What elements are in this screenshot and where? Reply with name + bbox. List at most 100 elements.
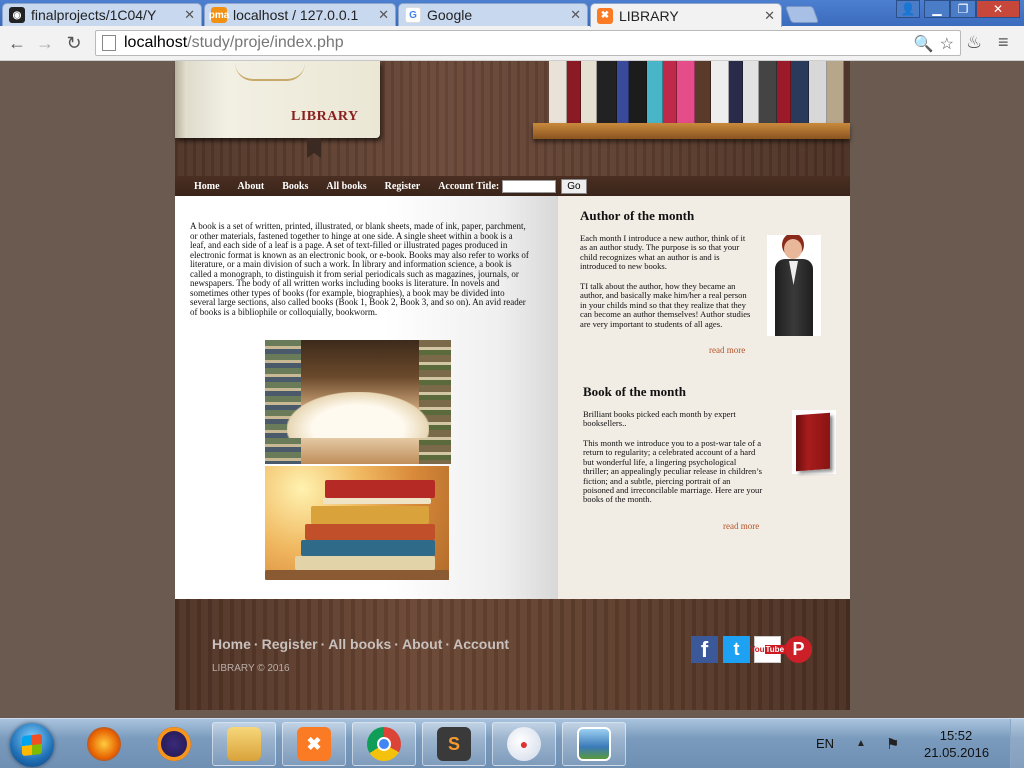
site-logo-title: LIBRARY xyxy=(291,109,359,124)
footer-link-about[interactable]: About xyxy=(402,636,442,652)
site-header: LIBRARY xyxy=(175,61,850,176)
paint-taskbar-button[interactable]: ● xyxy=(492,722,556,766)
book-stack-image xyxy=(265,466,449,580)
bookshelf-image xyxy=(549,61,850,123)
copyright-text: LIBRARY © 2016 xyxy=(212,663,290,674)
sublime-taskbar-button[interactable]: S xyxy=(422,722,486,766)
back-icon[interactable]: ← xyxy=(5,32,29,54)
tab-library[interactable]: ✖ LIBRARY ✕ xyxy=(590,3,782,27)
clock-date: 21.05.2016 xyxy=(924,745,990,760)
eclipse-icon xyxy=(157,727,191,761)
tab-finalprojects[interactable]: ◉ finalprojects/1C04/Y ✕ xyxy=(2,3,202,26)
system-clock[interactable]: 15:52 21.05.2016 xyxy=(924,727,990,761)
menu-icon[interactable]: ≡ xyxy=(998,32,1009,53)
address-bar[interactable]: localhost/study/proje/index.php 🔍 ☆ xyxy=(95,30,961,56)
facebook-icon[interactable]: f xyxy=(691,636,718,663)
tab-phpmyadmin[interactable]: pma localhost / 127.0.0.1 ✕ xyxy=(204,3,396,26)
tab-title: localhost / 127.0.0.1 xyxy=(233,7,359,23)
author-photo xyxy=(767,235,821,336)
footer-links: Home · Register · All books · About · Account xyxy=(212,636,510,652)
url-host: localhost xyxy=(124,34,188,51)
nav-home[interactable]: Home xyxy=(194,181,220,192)
author-paragraph-1: Each month I introduce a new author, thi… xyxy=(580,233,746,272)
author-paragraph-2: TI talk about the author, how they becam… xyxy=(580,281,751,329)
account-title-label: Account Title: xyxy=(438,180,500,192)
phpmyadmin-icon: pma xyxy=(209,7,229,23)
firefox-taskbar-button[interactable] xyxy=(72,722,136,766)
close-tab-icon[interactable]: ✕ xyxy=(570,7,581,23)
photo-viewer-taskbar-button[interactable] xyxy=(562,722,626,766)
library-page: LIBRARY Home About Books All books Regis… xyxy=(175,61,850,710)
show-desktop-button[interactable] xyxy=(1010,719,1024,768)
browser-tab-strip: ◉ finalprojects/1C04/Y ✕ pma localhost /… xyxy=(0,0,1024,27)
close-window-button[interactable]: ✕ xyxy=(976,0,1020,18)
close-tab-icon[interactable]: ✕ xyxy=(378,7,389,23)
reload-icon[interactable]: ↻ xyxy=(62,32,86,54)
tab-title: Google xyxy=(427,7,473,23)
book-paragraph-2: This month we introduce you to a post-wa… xyxy=(583,438,763,505)
xampp-taskbar-button[interactable]: ✖ xyxy=(282,722,346,766)
google-icon: G xyxy=(405,7,421,23)
new-tab-button[interactable] xyxy=(784,6,820,23)
site-footer: Home · Register · All books · About · Account LI… xyxy=(175,599,850,710)
open-book-image xyxy=(265,340,451,464)
account-title-input[interactable] xyxy=(502,179,557,193)
start-button[interactable] xyxy=(10,723,54,767)
user-icon[interactable]: 👤 xyxy=(896,0,920,18)
chrome-taskbar-button[interactable] xyxy=(352,722,416,766)
xampp-icon: ✖ xyxy=(297,727,331,761)
sublime-icon: S xyxy=(437,727,471,761)
zoom-icon[interactable]: 🔍 xyxy=(914,34,934,54)
youtube-icon[interactable]: You Tube xyxy=(750,636,786,663)
go-button[interactable]: Go xyxy=(561,178,587,194)
book-of-month-heading: Book of the month xyxy=(583,384,686,399)
main-content: A book is a set of written, printed, ill… xyxy=(175,196,850,599)
footer-link-register[interactable]: Register xyxy=(262,636,318,652)
ornament-icon xyxy=(235,63,305,81)
intro-text: A book is a set of written, printed, ill… xyxy=(190,221,529,317)
nav-books[interactable]: Books xyxy=(282,181,308,192)
chrome-icon xyxy=(367,727,401,761)
minimize-button[interactable]: ▁ xyxy=(924,0,950,18)
tab-title: finalprojects/1C04/Y xyxy=(31,7,157,23)
browser-toolbar: ← → ↻ localhost/study/proje/index.php 🔍 … xyxy=(0,26,1024,61)
url-path: /study/proje/index.php xyxy=(187,34,344,51)
page-icon xyxy=(102,35,116,51)
windows-taskbar: ✖ S ● EN ▲ ⚑ 15:52 21.05.2016 xyxy=(0,718,1024,768)
bookmark-star-icon[interactable]: ☆ xyxy=(940,34,954,54)
photo-viewer-icon xyxy=(577,727,611,761)
eclipse-taskbar-button[interactable] xyxy=(142,722,206,766)
paint-palette-icon: ● xyxy=(507,727,541,761)
close-tab-icon[interactable]: ✕ xyxy=(184,7,195,23)
tray-expand-icon[interactable]: ▲ xyxy=(856,738,866,749)
tab-google[interactable]: G Google ✕ xyxy=(398,3,588,26)
nav-register[interactable]: Register xyxy=(385,181,421,192)
footer-link-all-books[interactable]: All books xyxy=(328,636,391,652)
folder-icon xyxy=(227,727,261,761)
close-tab-icon[interactable]: ✕ xyxy=(764,8,775,24)
github-icon: ◉ xyxy=(9,7,25,23)
explorer-taskbar-button[interactable] xyxy=(212,722,276,766)
maximize-button[interactable]: ❐ xyxy=(950,0,976,18)
language-indicator[interactable]: EN xyxy=(816,736,834,751)
wooden-shelf xyxy=(533,123,850,139)
action-center-flag-icon[interactable]: ⚑ xyxy=(886,735,899,753)
right-column: Author of the month Each month I introdu… xyxy=(558,196,850,599)
extension-icon[interactable]: ♨ xyxy=(966,32,982,53)
tab-title: LIBRARY xyxy=(619,7,679,24)
nav-all-books[interactable]: All books xyxy=(326,181,366,192)
footer-link-account[interactable]: Account xyxy=(453,636,509,652)
windows-logo-icon xyxy=(22,733,42,757)
forward-icon[interactable]: → xyxy=(33,32,57,54)
clock-time: 15:52 xyxy=(939,728,973,743)
pinterest-icon[interactable]: P xyxy=(785,636,812,663)
logo-book-image: LIBRARY xyxy=(175,61,380,138)
red-book-image xyxy=(792,410,836,474)
nav-about[interactable]: About xyxy=(238,181,265,192)
author-read-more-link[interactable]: read more xyxy=(709,345,745,355)
twitter-icon[interactable]: t xyxy=(723,636,750,663)
xampp-icon: ✖ xyxy=(597,7,613,24)
footer-link-home[interactable]: Home xyxy=(212,636,251,652)
book-read-more-link[interactable]: read more xyxy=(723,521,759,531)
firefox-icon xyxy=(87,727,121,761)
